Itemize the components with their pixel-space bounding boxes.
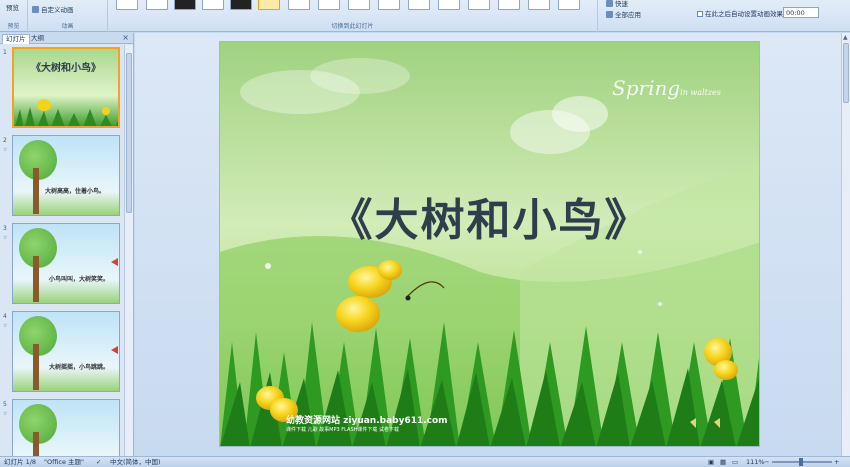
slide-thumb-caption: 大树摇摇，小鸟跳跳。 bbox=[49, 364, 110, 371]
transition-uncover[interactable] bbox=[378, 0, 400, 10]
preview-button[interactable]: 预览 bbox=[6, 2, 19, 12]
animation-star-icon: ☆ bbox=[3, 323, 8, 329]
transition-more[interactable] bbox=[558, 0, 580, 10]
pane-scrollbar[interactable] bbox=[124, 45, 133, 456]
auto-after-checkbox[interactable]: 在此之后自动设置动画效果: bbox=[697, 8, 785, 18]
animation-group: 自定义动画 动画 bbox=[28, 0, 108, 32]
slide-counter: 幻灯片 1/8 bbox=[4, 458, 37, 466]
transition-cut-black[interactable] bbox=[230, 0, 252, 10]
tab-slides[interactable]: 幻灯片 bbox=[2, 34, 30, 44]
transition-fade[interactable] bbox=[146, 0, 168, 10]
slide-title[interactable]: 《大树和小鸟》 bbox=[220, 184, 759, 248]
auto-after-label: 在此之后自动设置动画效果: bbox=[705, 10, 786, 18]
normal-view-icon[interactable]: ▣ bbox=[708, 457, 714, 467]
sorter-view-icon[interactable]: ▦ bbox=[720, 457, 726, 467]
animation-star-icon: ☆ bbox=[3, 235, 8, 241]
slide-thumbnail-2[interactable]: 大树高高，住着小鸟。 bbox=[12, 135, 120, 216]
pane-scroll-thumb[interactable] bbox=[126, 53, 132, 213]
spring-small-text: in waltzes bbox=[680, 88, 721, 97]
slide-thumbnail-3[interactable]: 小鸟叫叫，大树笑笑。 bbox=[12, 223, 120, 304]
transition-wheel[interactable] bbox=[498, 0, 520, 10]
editor-scroll-thumb[interactable] bbox=[843, 43, 849, 103]
tree-trunk bbox=[33, 256, 39, 302]
zoom-in-icon[interactable]: + bbox=[834, 457, 839, 467]
spring-text: Spring bbox=[612, 76, 681, 100]
pane-tabs: 幻灯片 大纲 × bbox=[0, 33, 133, 44]
zoom-slider-knob[interactable] bbox=[799, 458, 803, 466]
site-watermark: 幼教资源网站 ziyuan.baby611.com bbox=[286, 416, 448, 426]
tree-trunk bbox=[33, 168, 39, 214]
language[interactable]: 中文(简体，中国) bbox=[110, 457, 161, 467]
transition-reveal[interactable] bbox=[438, 0, 460, 10]
theme-name: "Office 主题" bbox=[44, 458, 85, 466]
slide-thumbnails: 1 《大树和小鸟》 2 ☆ 大树高高，住着小鸟。 3 ☆ 小鸟叫叫，大树笑笑。 bbox=[0, 45, 124, 456]
slide-number: 3 bbox=[3, 225, 7, 232]
zoom-out-icon[interactable]: − bbox=[764, 457, 769, 467]
scroll-up-icon[interactable]: ▲ bbox=[843, 34, 848, 41]
speed-value: 快速 bbox=[615, 0, 628, 8]
slide-thumb-art bbox=[15, 99, 118, 126]
arrow-icon bbox=[111, 258, 118, 266]
slideshow-view-icon[interactable]: ▭ bbox=[732, 457, 738, 467]
tab-outline[interactable]: 大纲 bbox=[28, 34, 47, 44]
custom-animation-icon bbox=[32, 6, 39, 13]
transition-shape[interactable] bbox=[468, 0, 490, 10]
editor-scrollbar[interactable]: ▲ bbox=[841, 33, 850, 456]
transition-group: 切换到此幻灯片 bbox=[108, 0, 598, 32]
transition-push-up[interactable] bbox=[318, 0, 340, 10]
transition-split[interactable] bbox=[408, 0, 430, 10]
slide-thumbnail-5[interactable] bbox=[12, 399, 120, 456]
arrow-icon bbox=[111, 346, 118, 354]
preview-group-label: 预览 bbox=[7, 23, 20, 30]
status-bar: 幻灯片 1/8 "Office 主题" ✓ 中文(简体，中国) ▣ ▦ ▭ 11… bbox=[0, 456, 850, 467]
checkbox-icon bbox=[697, 11, 703, 17]
animation-star-icon: ☆ bbox=[3, 411, 8, 417]
animation-star-icon: ☆ bbox=[3, 147, 8, 153]
transition-wipe[interactable] bbox=[202, 0, 224, 10]
slide-thumbnail-4[interactable]: 大树摇摇，小鸟跳跳。 bbox=[12, 311, 120, 392]
speed-field[interactable]: 快速 bbox=[606, 0, 628, 8]
tree-trunk bbox=[33, 344, 39, 390]
slide-number: 5 bbox=[3, 401, 7, 408]
slide-number: 1 bbox=[3, 49, 7, 56]
preview-group: 预览 预览 bbox=[0, 0, 28, 32]
transition-cover[interactable] bbox=[348, 0, 370, 10]
ribbon: 预览 预览 自定义动画 动画 切换到此幻灯片 快速 全部应用 在此之后自动设置动… bbox=[0, 0, 850, 32]
site-watermark-sub: 课件下载 儿歌 故事MP3 FLASH课件下载 试卷下载 bbox=[286, 427, 399, 433]
transition-selected[interactable] bbox=[258, 0, 280, 10]
transition-none[interactable] bbox=[116, 0, 138, 10]
spellcheck-icon[interactable]: ✓ bbox=[96, 457, 101, 467]
apply-all-icon bbox=[606, 11, 613, 18]
spring-logo: Springin waltzes bbox=[612, 76, 721, 100]
transition-push-down[interactable] bbox=[288, 0, 310, 10]
slide-thumbnail-1[interactable]: 《大树和小鸟》 bbox=[12, 47, 120, 128]
slides-pane: 幻灯片 大纲 × 1 《大树和小鸟》 2 ☆ 大树高高，住着小鸟。 3 ☆ 小鸟… bbox=[0, 33, 134, 456]
zoom-level[interactable]: 111% bbox=[746, 457, 765, 467]
transition-random[interactable] bbox=[528, 0, 550, 10]
animation-group-label: 动画 bbox=[61, 23, 74, 30]
slide-number: 2 bbox=[3, 137, 7, 144]
custom-animation-button[interactable]: 自定义动画 bbox=[32, 4, 74, 14]
slide-thumb-caption: 大树高高，住着小鸟。 bbox=[45, 188, 106, 195]
slide-number: 4 bbox=[3, 313, 7, 320]
close-icon[interactable]: × bbox=[122, 33, 129, 42]
current-slide[interactable]: Springin waltzes 《大树和小鸟》 幼教资源网站 ziyuan.b… bbox=[219, 41, 760, 447]
transition-group-label: 切换到此幻灯片 bbox=[331, 23, 374, 30]
auto-after-time-input[interactable]: 00:00 bbox=[783, 7, 819, 18]
apply-all-button[interactable]: 全部应用 bbox=[606, 9, 641, 19]
slide-thumb-caption: 小鸟叫叫，大树笑笑。 bbox=[49, 276, 110, 283]
transition-fade-black[interactable] bbox=[174, 0, 196, 10]
apply-all-label: 全部应用 bbox=[615, 11, 641, 19]
custom-animation-label: 自定义动画 bbox=[41, 6, 74, 14]
tree-trunk bbox=[33, 432, 39, 456]
speed-icon bbox=[606, 0, 613, 7]
